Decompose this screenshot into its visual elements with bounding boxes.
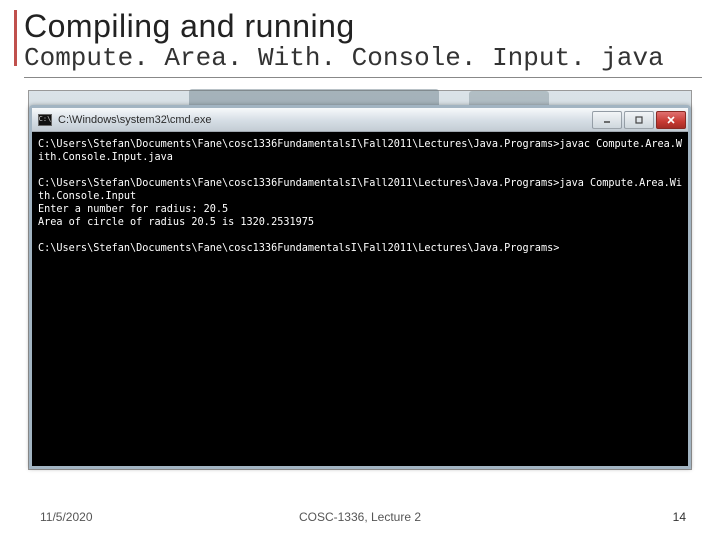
terminal-output: C:\Users\Stefan\Documents\Fane\cosc1336F… [38, 138, 682, 255]
cmd-icon: C:\ [38, 114, 52, 126]
cmd-window: C:\ C:\Windows\system32\cmd.exe C:\U [29, 105, 691, 469]
terminal-body[interactable]: C:\Users\Stefan\Documents\Fane\cosc1336F… [32, 132, 688, 466]
cmd-icon-label: C:\ [39, 116, 52, 123]
maximize-button[interactable] [624, 111, 654, 129]
minimize-icon [602, 115, 612, 125]
accent-bar [14, 10, 17, 66]
footer-center: COSC-1336, Lecture 2 [299, 510, 421, 524]
close-button[interactable] [656, 111, 686, 129]
maximize-icon [634, 115, 644, 125]
footer-page-number: 14 [673, 510, 686, 524]
titlebar-left: C:\ C:\Windows\system32\cmd.exe [38, 114, 211, 126]
slide-footer: 11/5/2020 COSC-1336, Lecture 2 14 [0, 510, 720, 524]
window-titlebar[interactable]: C:\ C:\Windows\system32\cmd.exe [32, 108, 688, 132]
window-title-text: C:\Windows\system32\cmd.exe [58, 114, 211, 126]
slide: Compiling and running Compute. Area. Wit… [0, 0, 720, 540]
close-icon [666, 115, 676, 125]
desktop-background: C:\ C:\Windows\system32\cmd.exe C:\U [28, 90, 692, 470]
slide-subtitle: Compute. Area. With. Console. Input. jav… [24, 43, 702, 78]
window-buttons [590, 111, 686, 129]
minimize-button[interactable] [592, 111, 622, 129]
footer-date: 11/5/2020 [40, 510, 93, 524]
slide-title: Compiling and running [24, 8, 702, 45]
